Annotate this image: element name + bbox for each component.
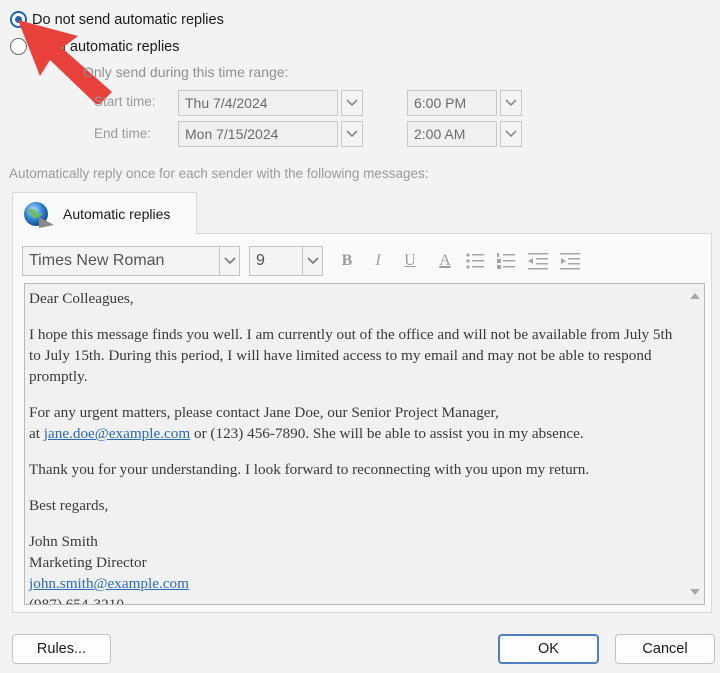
cancel-button[interactable]: Cancel bbox=[615, 634, 715, 664]
start-time-field[interactable]: 6:00 PM bbox=[407, 90, 497, 116]
scroll-up-icon[interactable] bbox=[686, 290, 704, 302]
globe-mail-icon bbox=[24, 201, 54, 228]
underline-icon[interactable]: U bbox=[399, 250, 421, 272]
end-time-value: 2:00 AM bbox=[414, 126, 466, 142]
signature-name: John Smith bbox=[29, 533, 98, 550]
font-name-select[interactable]: Times New Roman bbox=[22, 246, 240, 276]
chevron-down-icon bbox=[346, 130, 358, 138]
scroll-down-icon[interactable] bbox=[686, 586, 704, 598]
start-date-field[interactable]: Thu 7/4/2024 bbox=[178, 90, 338, 116]
bullets-icon[interactable] bbox=[464, 250, 486, 272]
start-date-dropdown[interactable] bbox=[341, 90, 363, 116]
end-time-field[interactable]: 2:00 AM bbox=[407, 121, 497, 147]
message-paragraph-2-suffix: or (123) 456-7890. She will be able to a… bbox=[193, 425, 584, 442]
decrease-indent-icon[interactable] bbox=[527, 250, 549, 272]
time-range-checkbox[interactable] bbox=[62, 65, 76, 79]
font-name-value: Times New Roman bbox=[29, 252, 165, 269]
tab-automatic-replies-label: Automatic replies bbox=[63, 205, 171, 222]
start-time-dropdown[interactable] bbox=[500, 90, 522, 116]
increase-indent-icon[interactable] bbox=[559, 250, 581, 272]
time-range-label: Only send during this time range: bbox=[83, 64, 289, 80]
end-time-dropdown[interactable] bbox=[500, 121, 522, 147]
tab-automatic-replies[interactable]: Automatic replies bbox=[12, 192, 197, 234]
signature-phone: (987) 654-3210 bbox=[29, 596, 124, 605]
font-color-icon[interactable]: A bbox=[434, 250, 456, 272]
chevron-down-icon bbox=[505, 99, 517, 107]
ok-button[interactable]: OK bbox=[498, 634, 599, 664]
message-paragraph-2: For any urgent matters, please contact J… bbox=[29, 402, 681, 444]
numbering-icon[interactable] bbox=[495, 250, 517, 272]
end-date-value: Mon 7/15/2024 bbox=[185, 126, 279, 142]
jane-email-link[interactable]: jane.doe@example.com bbox=[44, 425, 190, 442]
end-date-dropdown[interactable] bbox=[341, 121, 363, 147]
font-size-select[interactable]: 9 bbox=[249, 246, 323, 276]
chevron-down-icon bbox=[302, 247, 322, 275]
start-time-value: 6:00 PM bbox=[414, 95, 467, 111]
message-paragraph-3: Thank you for your understanding. I look… bbox=[29, 461, 590, 478]
bold-icon[interactable]: B bbox=[336, 250, 358, 272]
message-paragraph-2-at: at bbox=[29, 425, 40, 442]
rules-button[interactable]: Rules... bbox=[12, 634, 111, 664]
signature-title: Marketing Director bbox=[29, 554, 147, 571]
start-date-value: Thu 7/4/2024 bbox=[185, 95, 268, 111]
signature: John Smith Marketing Director john.smith… bbox=[29, 531, 681, 605]
message-paragraph-2-prefix: For any urgent matters, please contact J… bbox=[29, 404, 499, 421]
font-size-value: 9 bbox=[256, 252, 265, 269]
end-date-field[interactable]: Mon 7/15/2024 bbox=[178, 121, 338, 147]
annotation-arrow-icon bbox=[18, 20, 112, 104]
john-email-link[interactable]: john.smith@example.com bbox=[29, 575, 189, 592]
start-time-label: Start time: bbox=[94, 94, 156, 109]
chevron-down-icon bbox=[505, 130, 517, 138]
message-editor[interactable]: Dear Colleagues, I hope this message fin… bbox=[24, 283, 705, 605]
italic-icon[interactable]: I bbox=[367, 250, 389, 272]
end-time-label: End time: bbox=[94, 126, 152, 141]
message-scrollbar[interactable] bbox=[686, 284, 704, 604]
chevron-down-icon bbox=[346, 99, 358, 107]
message-paragraph-1: I hope this message finds you well. I am… bbox=[29, 326, 673, 385]
time-range-option[interactable]: Only send during this time range: bbox=[62, 64, 288, 80]
reply-once-text: Automatically reply once for each sender… bbox=[9, 166, 429, 181]
chevron-down-icon bbox=[219, 247, 239, 275]
message-greeting: Dear Colleagues, bbox=[29, 290, 134, 307]
message-closing: Best regards, bbox=[29, 497, 109, 514]
message-body[interactable]: Dear Colleagues, I hope this message fin… bbox=[29, 288, 681, 605]
